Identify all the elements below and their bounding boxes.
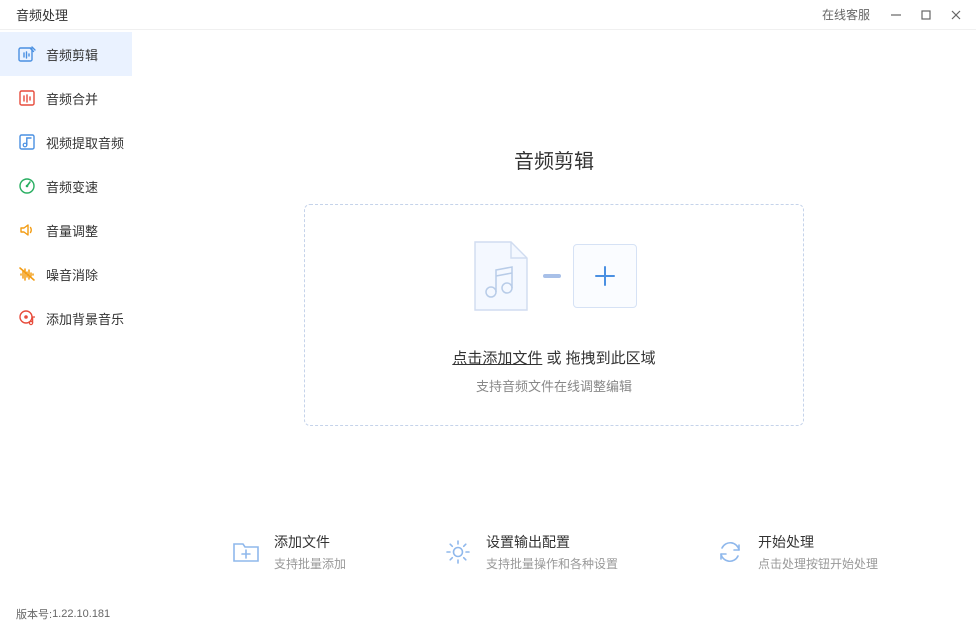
sidebar-item-label: 音量调整 xyxy=(46,221,98,240)
sidebar-item-label: 音频剪辑 xyxy=(46,45,98,64)
sidebar-item-label: 音频变速 xyxy=(46,177,98,196)
version-label: 版本号: xyxy=(16,606,52,622)
titlebar: 音频处理 在线客服 xyxy=(0,0,976,30)
step-title: 设置输出配置 xyxy=(486,532,618,552)
dropzone-illustration xyxy=(325,240,783,312)
sidebar-item-label: 噪音消除 xyxy=(46,265,98,284)
sidebar-item-bgm[interactable]: 添加背景音乐 xyxy=(0,296,132,340)
app-title: 音频处理 xyxy=(16,5,68,24)
merge-icon xyxy=(18,89,36,107)
close-icon xyxy=(950,9,962,21)
file-dropzone[interactable]: 点击添加文件 或 拖拽到此区域 支持音频文件在线调整编辑 xyxy=(304,204,804,426)
steps-row: 添加文件 支持批量添加 设置输出配置 支持批量操作和各种设置 开始处理 xyxy=(132,532,976,572)
click-add-text: 点击添加文件 xyxy=(452,350,542,367)
minimize-icon xyxy=(890,9,902,21)
drag-text: 拖拽到此区域 xyxy=(566,350,656,367)
refresh-icon xyxy=(714,536,746,568)
sidebar: 音频剪辑 音频合并 视频提取音频 音频变速 音量调整 xyxy=(0,30,132,602)
titlebar-controls: 在线客服 xyxy=(822,3,968,27)
sidebar-item-denoise[interactable]: 噪音消除 xyxy=(0,252,132,296)
step-title: 开始处理 xyxy=(758,532,878,552)
maximize-icon xyxy=(920,9,932,21)
dash-icon xyxy=(543,274,561,278)
dropzone-subtext: 支持音频文件在线调整编辑 xyxy=(325,376,783,395)
music-file-icon xyxy=(471,240,531,312)
maximize-button[interactable] xyxy=(914,3,938,27)
page-title: 音频剪辑 xyxy=(172,145,936,174)
sidebar-item-label: 音频合并 xyxy=(46,89,98,108)
sidebar-item-speed[interactable]: 音频变速 xyxy=(0,164,132,208)
add-file-box xyxy=(573,244,637,308)
main-content: 音频剪辑 xyxy=(132,30,976,602)
online-service-link[interactable]: 在线客服 xyxy=(822,6,870,23)
sidebar-item-label: 视频提取音频 xyxy=(46,133,124,152)
minimize-button[interactable] xyxy=(884,3,908,27)
step-start-process[interactable]: 开始处理 点击处理按钮开始处理 xyxy=(714,532,878,572)
sidebar-item-volume[interactable]: 音量调整 xyxy=(0,208,132,252)
step-add-file[interactable]: 添加文件 支持批量添加 xyxy=(230,532,346,572)
extract-icon xyxy=(18,133,36,151)
step-desc: 支持批量操作和各种设置 xyxy=(486,555,618,572)
plus-icon xyxy=(592,263,618,289)
sidebar-item-audio-merge[interactable]: 音频合并 xyxy=(0,76,132,120)
close-button[interactable] xyxy=(944,3,968,27)
cut-icon xyxy=(18,45,36,63)
bgm-icon xyxy=(18,309,36,327)
step-desc: 支持批量添加 xyxy=(274,555,346,572)
denoise-icon xyxy=(18,265,36,283)
footer: 版本号:1.22.10.181 xyxy=(0,602,110,626)
dropzone-main-text: 点击添加文件 或 拖拽到此区域 xyxy=(325,347,783,368)
or-text: 或 xyxy=(542,350,565,367)
speed-icon xyxy=(18,177,36,195)
sidebar-item-extract-audio[interactable]: 视频提取音频 xyxy=(0,120,132,164)
version-number: 1.22.10.181 xyxy=(52,608,110,620)
sidebar-item-audio-cut[interactable]: 音频剪辑 xyxy=(0,32,132,76)
volume-icon xyxy=(18,221,36,239)
step-title: 添加文件 xyxy=(274,532,346,552)
folder-plus-icon xyxy=(230,536,262,568)
step-output-config[interactable]: 设置输出配置 支持批量操作和各种设置 xyxy=(442,532,618,572)
sidebar-item-label: 添加背景音乐 xyxy=(46,309,124,328)
gear-icon xyxy=(442,536,474,568)
step-desc: 点击处理按钮开始处理 xyxy=(758,555,878,572)
